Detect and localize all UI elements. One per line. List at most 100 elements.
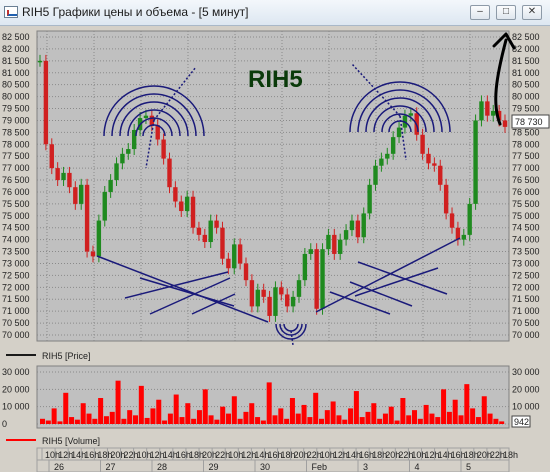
volume-bar bbox=[452, 399, 458, 424]
volume-bar bbox=[162, 420, 168, 424]
price-y-tick: 70 000 bbox=[2, 330, 30, 340]
price-candle bbox=[296, 280, 302, 297]
volume-bar bbox=[406, 415, 412, 424]
volume-bar bbox=[493, 418, 499, 424]
price-y-tick: 75 000 bbox=[2, 211, 30, 221]
volume-bar bbox=[138, 385, 144, 424]
price-candle bbox=[408, 113, 414, 116]
price-y-tick: 81 500 bbox=[2, 56, 30, 66]
price-candle bbox=[161, 139, 166, 159]
minimize-button[interactable]: – bbox=[470, 5, 490, 20]
price-y-tick: 73 000 bbox=[512, 258, 540, 268]
price-candle bbox=[479, 101, 484, 121]
price-candle bbox=[367, 184, 372, 214]
price-candle bbox=[314, 249, 319, 309]
price-y-tick: 71 500 bbox=[2, 294, 30, 304]
volume-bar bbox=[371, 403, 377, 424]
volume-y-tick: 10 000 bbox=[2, 402, 30, 412]
price-candle bbox=[308, 249, 313, 254]
price-candle bbox=[114, 163, 119, 181]
time-hour-label: 18h bbox=[503, 450, 518, 460]
price-candle bbox=[84, 184, 90, 252]
time-day-label: 29 bbox=[209, 462, 219, 472]
price-y-tick: 81 500 bbox=[512, 56, 540, 66]
price-y-tick: 74 500 bbox=[512, 223, 540, 233]
price-candle bbox=[337, 239, 343, 254]
volume-bar bbox=[348, 408, 354, 424]
price-candle bbox=[343, 230, 349, 240]
price-y-tick: 80 000 bbox=[2, 92, 30, 102]
price-candle bbox=[102, 191, 107, 221]
price-y-tick: 72 500 bbox=[2, 270, 30, 280]
price-candle bbox=[90, 251, 96, 257]
volume-bar bbox=[220, 406, 226, 424]
price-y-tick: 77 500 bbox=[2, 151, 30, 161]
price-candle bbox=[396, 127, 402, 138]
price-y-tick: 70 500 bbox=[2, 318, 30, 328]
price-candle bbox=[79, 184, 84, 204]
volume-bar bbox=[191, 418, 197, 424]
volume-bar bbox=[121, 418, 127, 424]
volume-bar bbox=[202, 389, 208, 424]
price-y-tick: 77 000 bbox=[2, 163, 30, 173]
volume-bar bbox=[266, 382, 272, 424]
last-price-label: 78 730 bbox=[515, 117, 543, 127]
volume-bar bbox=[144, 417, 150, 424]
price-candle bbox=[208, 220, 213, 243]
price-y-tick: 82 000 bbox=[512, 44, 540, 54]
volume-bar bbox=[255, 417, 261, 424]
volume-bar bbox=[133, 415, 139, 424]
volume-bar bbox=[98, 398, 104, 424]
price-candle bbox=[461, 234, 466, 240]
volume-bar bbox=[92, 418, 98, 424]
price-y-tick: 70 000 bbox=[512, 330, 540, 340]
price-y-tick: 72 000 bbox=[512, 282, 540, 292]
price-y-tick: 78 000 bbox=[512, 139, 540, 149]
price-y-tick: 71 500 bbox=[512, 294, 540, 304]
price-candle bbox=[279, 287, 284, 295]
price-candle bbox=[173, 187, 178, 202]
volume-bar bbox=[103, 416, 109, 424]
volume-y-tick: 20 000 bbox=[512, 384, 540, 394]
price-y-tick: 78 000 bbox=[2, 139, 30, 149]
chart-area: 82 500 82 000 81 500 81 000 80 500 80 000 79 5… bbox=[0, 26, 550, 472]
price-y-tick: 76 000 bbox=[2, 187, 30, 197]
price-candle bbox=[49, 144, 54, 169]
volume-bar bbox=[226, 413, 232, 424]
volume-bar bbox=[324, 410, 330, 424]
volume-bar bbox=[307, 417, 313, 424]
price-y-tick: 74 000 bbox=[2, 235, 30, 245]
price-candle bbox=[302, 253, 308, 281]
price-y-tick: 74 000 bbox=[512, 235, 540, 245]
price-candle bbox=[467, 203, 472, 235]
price-y-tick: 79 500 bbox=[2, 104, 30, 114]
price-candle bbox=[285, 294, 290, 307]
volume-bar bbox=[185, 403, 191, 424]
window-title: RIH5 Графики цены и объема - [5 минут] bbox=[22, 5, 249, 19]
price-candle bbox=[443, 184, 449, 214]
volume-bar bbox=[51, 408, 57, 424]
price-candle bbox=[373, 165, 378, 185]
price-candle bbox=[438, 165, 443, 185]
price-candle bbox=[349, 220, 355, 231]
price-y-tick: 72 000 bbox=[2, 282, 30, 292]
price-candle bbox=[179, 201, 184, 212]
price-y-tick: 76 000 bbox=[512, 187, 540, 197]
time-day-label: 4 bbox=[415, 462, 420, 472]
volume-bar bbox=[295, 413, 301, 424]
restore-button[interactable]: □ bbox=[496, 5, 516, 20]
price-y-tick: 76 500 bbox=[512, 175, 540, 185]
price-y-tick: 79 500 bbox=[512, 104, 540, 114]
close-button[interactable]: ✕ bbox=[522, 5, 542, 20]
volume-bar bbox=[156, 399, 162, 424]
price-y-tick: 82 000 bbox=[2, 44, 30, 54]
price-candle bbox=[326, 234, 331, 250]
volume-bar bbox=[80, 403, 86, 424]
price-y-tick: 75 500 bbox=[2, 199, 30, 209]
volume-bar bbox=[45, 420, 51, 424]
time-day-label: 30 bbox=[260, 462, 270, 472]
chart-app-icon bbox=[4, 6, 18, 18]
price-y-tick: 78 500 bbox=[512, 127, 540, 137]
price-candle bbox=[73, 187, 78, 204]
volume-bar bbox=[365, 411, 371, 424]
